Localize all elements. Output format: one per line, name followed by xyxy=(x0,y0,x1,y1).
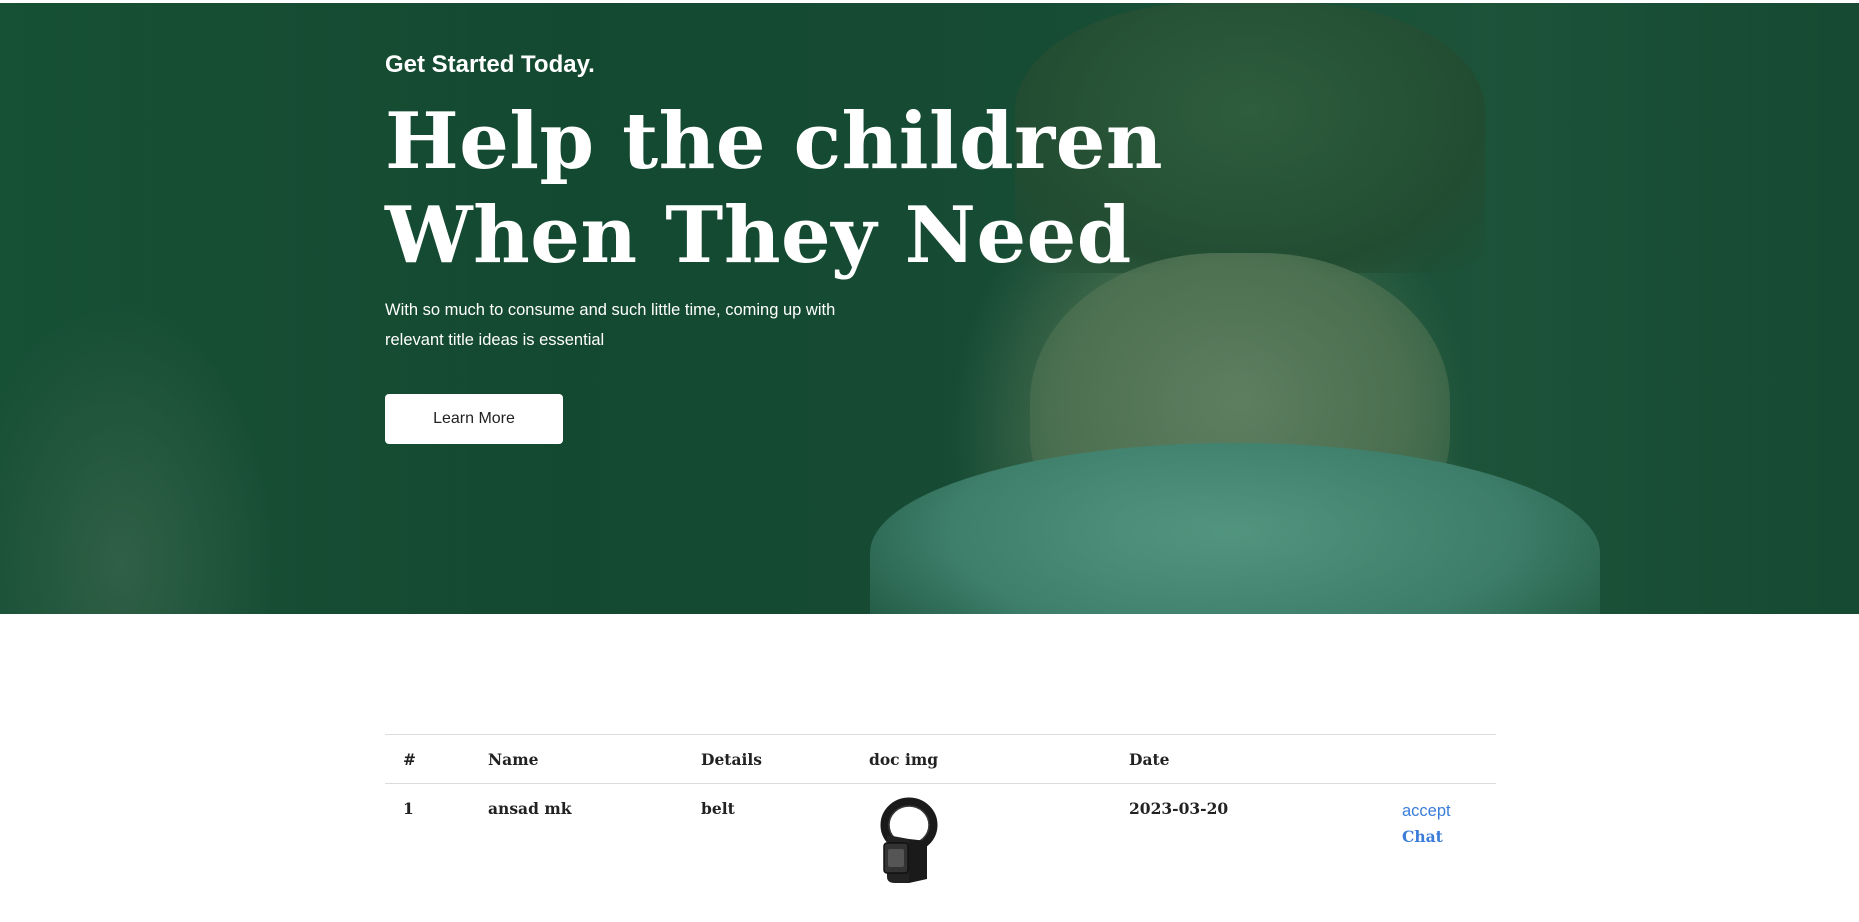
hero-headline-line1: Help the children xyxy=(385,96,1164,187)
hero-banner: Get Started Today. Help the children Whe… xyxy=(0,3,1859,614)
cell-name: ansad mk xyxy=(488,799,572,818)
column-header-doc-img: doc img xyxy=(869,749,939,769)
learn-more-button[interactable]: Learn More xyxy=(385,394,563,444)
column-header-date: Date xyxy=(1129,749,1170,769)
column-header-details: Details xyxy=(701,749,763,769)
cell-date: 2023-03-20 xyxy=(1129,799,1229,818)
chat-link[interactable]: Chat xyxy=(1402,827,1496,846)
hero-headline-line2: When They Need xyxy=(385,190,1132,281)
cell-actions: accept Chat xyxy=(1354,784,1496,888)
accept-link[interactable]: accept xyxy=(1402,802,1496,821)
requests-table: # Name Details doc img Date 1 ansad mk b… xyxy=(385,734,1496,887)
cell-details: belt xyxy=(701,799,735,818)
column-header-name: Name xyxy=(488,749,539,769)
hero-subtext: With so much to consume and such little … xyxy=(385,301,836,349)
cell-number: 1 xyxy=(403,799,414,818)
column-header-number: # xyxy=(403,749,416,769)
table-header-row: # Name Details doc img Date xyxy=(385,734,1496,784)
belt-image[interactable] xyxy=(871,795,941,887)
hero-headline: Help the children When They Need xyxy=(385,95,1163,283)
column-header-actions xyxy=(1354,735,1496,784)
table-row: 1 ansad mk belt 2023-03-20 accept Chat xyxy=(385,784,1496,888)
requests-table-container: # Name Details doc img Date 1 ansad mk b… xyxy=(385,734,1496,887)
hero-eyebrow: Get Started Today. xyxy=(385,51,595,78)
cell-doc-img xyxy=(851,784,1111,888)
